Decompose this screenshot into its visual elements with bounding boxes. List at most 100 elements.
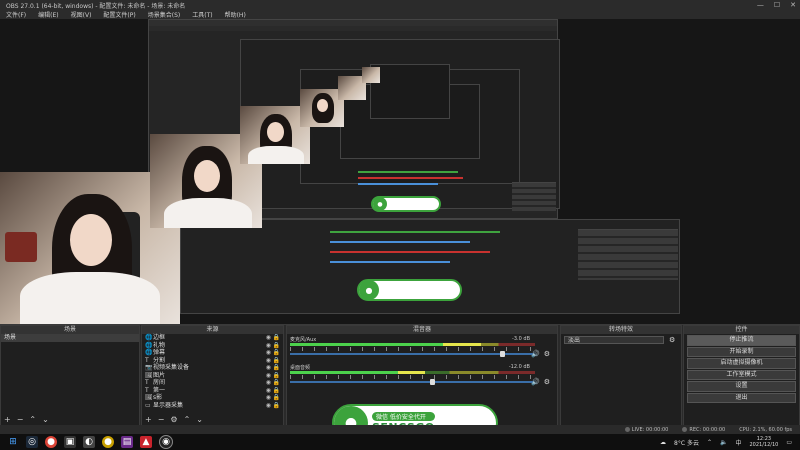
eye-icon[interactable]: ◉	[266, 379, 271, 387]
source-item[interactable]: T 分割 ◉ 🔒	[142, 357, 283, 365]
source-item[interactable]: T 第一 ◉ 🔒	[142, 387, 283, 395]
gear-icon[interactable]: ⚙	[170, 415, 177, 424]
slider-handle[interactable]	[500, 351, 505, 357]
move-down-icon[interactable]: ⌄	[42, 415, 49, 424]
eye-icon[interactable]: ◉	[266, 394, 271, 402]
eye-icon[interactable]: ◉	[266, 342, 271, 350]
start-recording-button[interactable]: 开始录制	[687, 346, 796, 357]
move-up-icon[interactable]: ⌃	[29, 415, 36, 424]
remove-icon[interactable]: −	[17, 415, 24, 424]
speaker-icon[interactable]: 🔊	[531, 378, 540, 386]
menu-file[interactable]: 文件(F)	[6, 10, 26, 19]
menu-help[interactable]: 帮助(H)	[225, 10, 246, 19]
lock-icon[interactable]: 🔒	[273, 342, 280, 350]
weather-text: 8°C 多云	[674, 439, 699, 447]
menu-view[interactable]: 视图(V)	[71, 10, 92, 19]
transition-select[interactable]: 淡出	[564, 336, 664, 344]
sources-title: 来源	[142, 326, 283, 334]
steam-icon[interactable]: ◎	[26, 436, 38, 448]
language-indicator[interactable]: 中	[735, 438, 741, 447]
lock-icon[interactable]: 🔒	[273, 372, 280, 380]
gear-icon[interactable]: ⚙	[544, 350, 550, 358]
browser-icon: 🌐	[145, 334, 153, 341]
gear-icon[interactable]: ⚙	[544, 378, 550, 386]
studio-mode-button[interactable]: 工作室模式	[687, 369, 796, 380]
source-item[interactable]: 🖼 图片 ◉ 🔒	[142, 372, 283, 380]
lock-icon[interactable]: 🔒	[273, 387, 280, 395]
title-bar: OBS 27.0.1 (64-bit, windows) - 配置文件: 未命名…	[0, 0, 800, 10]
volume-slider[interactable]	[290, 379, 535, 385]
close-icon[interactable]: ✕	[790, 1, 796, 9]
start-virtual-camera-button[interactable]: 启动虚拟摄像机	[687, 358, 796, 369]
app-icon[interactable]: ▲	[140, 436, 152, 448]
speaker-icon[interactable]: 🔈	[720, 439, 727, 446]
slider-handle[interactable]	[430, 379, 435, 385]
lock-icon[interactable]: 🔒	[273, 349, 280, 357]
add-icon[interactable]: +	[4, 415, 11, 424]
eye-icon[interactable]: ◉	[266, 372, 271, 380]
speaker-icon[interactable]: 🔊	[531, 350, 540, 358]
eye-icon[interactable]: ◉	[266, 364, 271, 372]
source-item[interactable]: 🌐 礼物 ◉ 🔒	[142, 342, 283, 350]
source-tools: + − ⚙ ⌃ ⌄	[145, 415, 203, 424]
sources-panel: 来源 🌐 边框 ◉ 🔒 🌐 礼物 ◉ 🔒 🌐 弹幕 ◉ 🔒 T 分割 ◉ 🔒 📷 视频采集设备 ◉ 🔒 🖼 图片…	[141, 325, 284, 427]
add-icon[interactable]: +	[145, 415, 152, 424]
lock-icon[interactable]: 🔒	[273, 402, 280, 410]
source-item[interactable]: 🖼 s影 ◉ 🔒	[142, 394, 283, 402]
app-icon[interactable]: ◐	[83, 436, 95, 448]
lock-icon[interactable]: 🔒	[273, 334, 280, 342]
move-down-icon[interactable]: ⌄	[196, 415, 203, 424]
source-item[interactable]: T 房间 ◉ 🔒	[142, 379, 283, 387]
gear-icon[interactable]: ⚙	[669, 336, 675, 344]
eye-icon[interactable]: ◉	[266, 387, 271, 395]
system-tray: ☁ 8°C 多云 ⌃ 🔈 中 12:23 2021/12/10 ▭	[660, 434, 792, 450]
windows-start-icon[interactable]: ⊞	[7, 436, 19, 448]
transitions-title: 转场特效	[561, 326, 681, 334]
stop-streaming-button[interactable]: 停止推流	[687, 335, 796, 346]
maximize-icon[interactable]: ☐	[774, 1, 780, 9]
app-icon[interactable]: ▤	[121, 436, 133, 448]
weather-icon[interactable]: ☁	[660, 439, 666, 446]
preview-canvas[interactable]: ● ●	[0, 19, 800, 324]
lock-icon[interactable]: 🔒	[273, 357, 280, 365]
source-item[interactable]: 📷 视频采集设备 ◉ 🔒	[142, 364, 283, 372]
volume-slider[interactable]	[290, 351, 535, 357]
source-item[interactable]: 🌐 弹幕 ◉ 🔒	[142, 349, 283, 357]
cpu-status: CPU: 2.1%, 60.00 fps	[739, 426, 792, 433]
eye-icon[interactable]: ◉	[266, 334, 271, 342]
minimize-icon[interactable]: —	[757, 1, 764, 9]
menu-edit[interactable]: 编辑(E)	[38, 10, 58, 19]
scene-tools: + − ⌃ ⌄	[4, 415, 49, 424]
app-icon[interactable]: ▣	[64, 436, 76, 448]
mini-meter	[330, 251, 490, 253]
clock[interactable]: 12:23 2021/12/10	[750, 436, 779, 448]
mixer-channel-mic: 麦克风/Aux -3.0 dB 🔊 ⚙	[290, 336, 552, 362]
notification-icon[interactable]: ▭	[786, 439, 792, 446]
meter-ticks	[290, 347, 535, 351]
exit-button[interactable]: 退出	[687, 392, 796, 403]
eye-icon[interactable]: ◉	[266, 349, 271, 357]
source-item[interactable]: 🌐 边框 ◉ 🔒	[142, 334, 283, 342]
menu-scene-collection[interactable]: 场景集合(S)	[148, 10, 181, 19]
eye-icon[interactable]: ◉	[266, 357, 271, 365]
settings-button[interactable]: 设置	[687, 381, 796, 392]
watermark-small: ●	[371, 196, 441, 212]
lock-icon[interactable]: 🔒	[273, 379, 280, 387]
remove-icon[interactable]: −	[158, 415, 165, 424]
clock-date: 2021/12/10	[749, 442, 779, 448]
menu-tools[interactable]: 工具(T)	[192, 10, 212, 19]
app-icon[interactable]: ●	[102, 436, 114, 448]
lock-icon[interactable]: 🔒	[273, 394, 280, 402]
watermark-pill-text: 微信 低价安全代开	[372, 412, 435, 421]
lock-icon[interactable]: 🔒	[273, 364, 280, 372]
lamp-shape	[5, 232, 37, 262]
obs-icon[interactable]: ◉	[159, 435, 173, 449]
eye-icon[interactable]: ◉	[266, 402, 271, 410]
source-item[interactable]: ▭ 显示器采集 ◉ 🔒	[142, 402, 283, 410]
chrome-icon[interactable]: ●	[45, 436, 57, 448]
chevron-up-icon[interactable]: ⌃	[707, 439, 712, 446]
scene-item[interactable]: 场景	[1, 334, 139, 342]
move-up-icon[interactable]: ⌃	[184, 415, 191, 424]
face-shape	[267, 122, 284, 142]
menu-profile[interactable]: 配置文件(P)	[103, 10, 135, 19]
